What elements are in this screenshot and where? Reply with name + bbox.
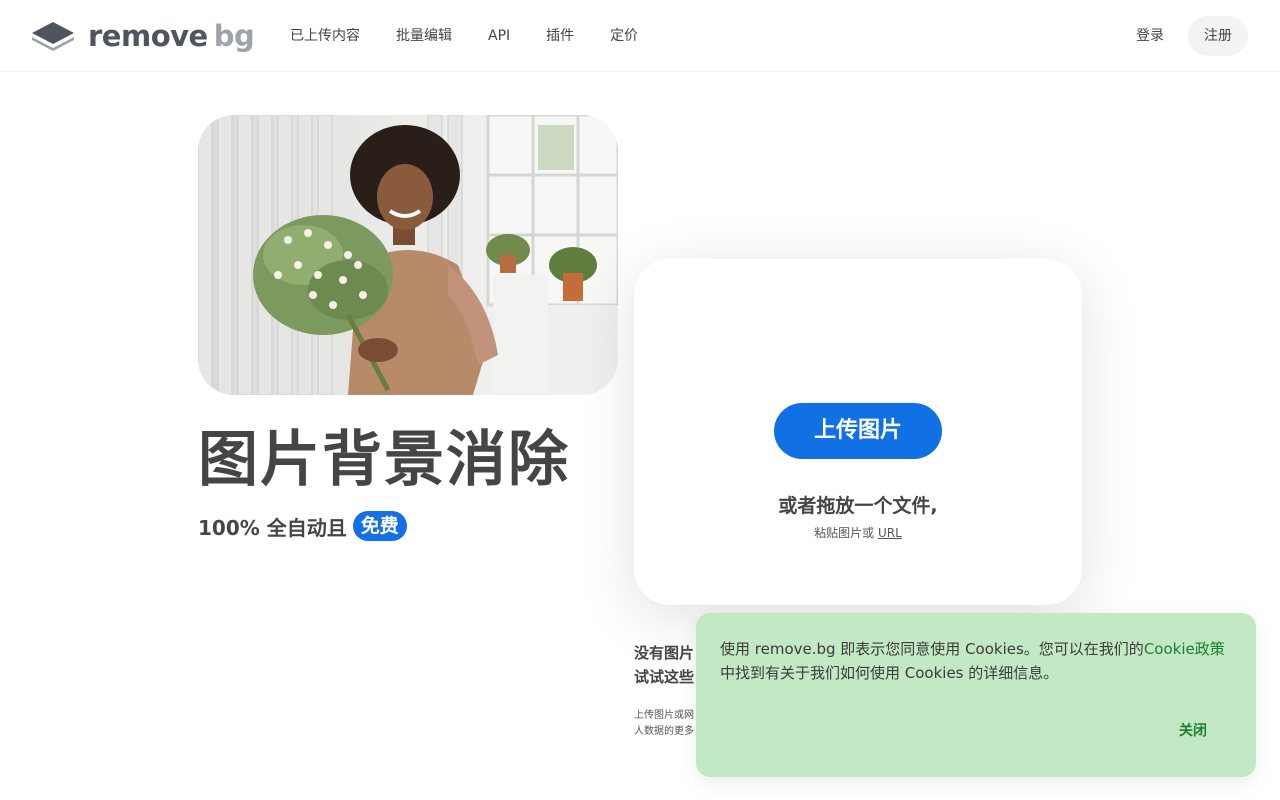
logo-text: remove bg — [88, 19, 255, 53]
login-link[interactable]: 登录 — [1136, 24, 1164, 48]
cookie-policy-link[interactable]: Cookie政策 — [1144, 640, 1225, 658]
page-title: 图片背景消除 — [198, 425, 570, 495]
drop-file-text: 或者拖放一个文件, — [778, 495, 938, 517]
paste-hint-text: 粘贴图片或 — [814, 526, 875, 540]
nav-plugins[interactable]: 插件 — [546, 24, 574, 48]
free-badge: 免费 — [352, 511, 407, 541]
paste-url-link[interactable]: URL — [878, 526, 902, 540]
logo-text-light: bg — [213, 19, 255, 53]
top-navbar: remove bg 已上传内容 批量编辑 API 插件 定价 登录 注册 — [0, 0, 1280, 72]
hero-image — [198, 115, 618, 395]
nav-api[interactable]: API — [488, 24, 510, 48]
signup-button[interactable]: 注册 — [1188, 16, 1248, 56]
cookie-text-after: 中找到有关于我们如何使用 Cookies 的详细信息。 — [720, 664, 1059, 682]
cookie-banner: 使用 remove.bg 即表示您同意使用 Cookies。您可以在我们的Coo… — [696, 613, 1256, 777]
no-image-text: 没有图片 — [634, 644, 695, 662]
nav-bulk-edit[interactable]: 批量编辑 — [396, 24, 452, 48]
upload-dropzone[interactable]: 上传图片 或者拖放一个文件, 粘贴图片或 URL — [634, 259, 1082, 605]
cookie-text-before: 使用 remove.bg 即表示您同意使用 Cookies。您可以在我们的 — [720, 640, 1144, 658]
hero-subtitle-text: 100% 全自动且 — [198, 515, 347, 540]
sample-images-prompt: 没有图片 试试这些 — [634, 641, 694, 689]
upload-image-button[interactable]: 上传图片 — [774, 403, 942, 459]
logo-text-main: remove — [88, 19, 208, 53]
hero-subtitle: 100% 全自动且 免费 — [198, 511, 407, 541]
paste-hint: 粘贴图片或 URL — [634, 524, 1082, 541]
cookie-message: 使用 remove.bg 即表示您同意使用 Cookies。您可以在我们的Coo… — [720, 637, 1236, 685]
logo[interactable]: remove bg — [30, 18, 255, 54]
nav-uploads[interactable]: 已上传内容 — [290, 24, 360, 48]
cookie-close-button[interactable]: 关闭 — [1179, 720, 1207, 742]
try-these-text: 试试这些 — [634, 668, 695, 686]
nav-pricing[interactable]: 定价 — [610, 24, 638, 48]
main-nav: 已上传内容 批量编辑 API 插件 定价 — [290, 24, 674, 48]
logo-icon — [32, 22, 74, 51]
